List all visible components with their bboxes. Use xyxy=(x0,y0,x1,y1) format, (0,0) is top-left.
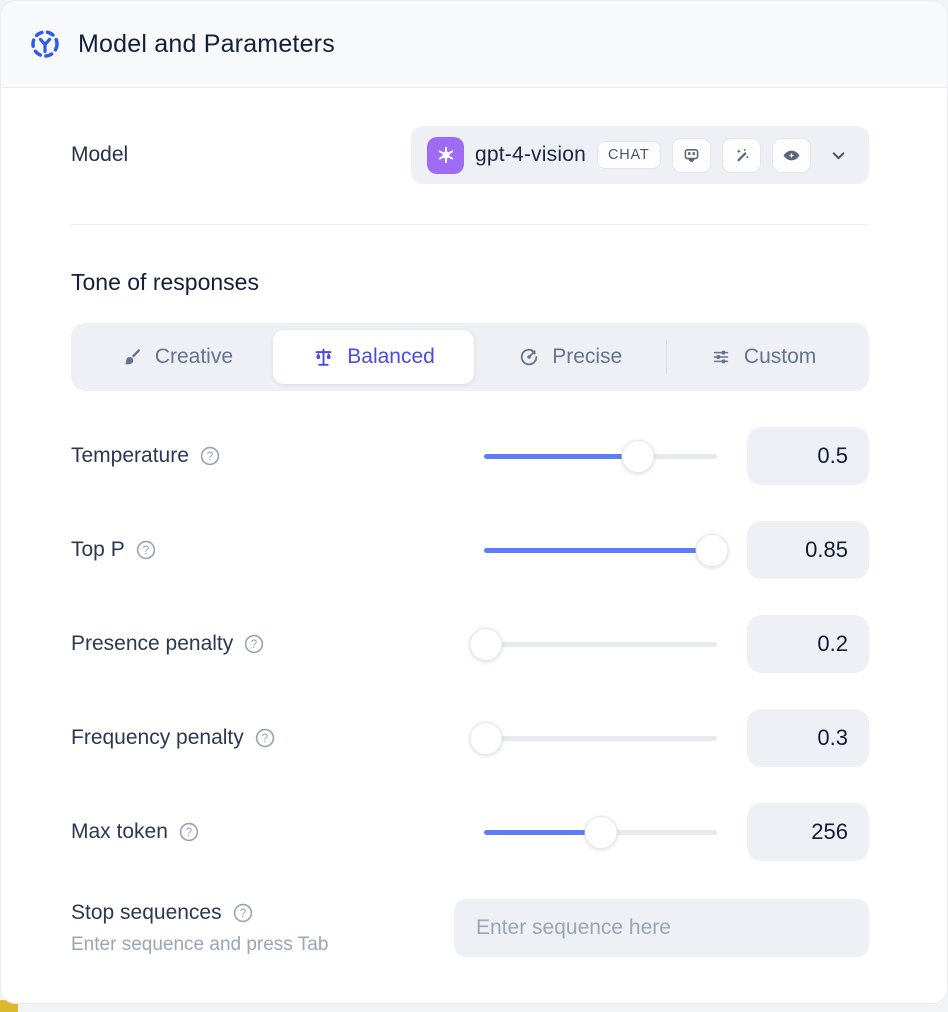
card-body: Model gpt-4-vision CHAT xyxy=(1,126,947,957)
page-title: Model and Parameters xyxy=(78,30,335,59)
svg-text:?: ? xyxy=(239,908,245,920)
presence-penalty-value[interactable]: 0.2 xyxy=(747,615,869,673)
stop-sequences-labels: Stop sequences ? Enter sequence and pres… xyxy=(71,899,454,956)
max-token-slider[interactable] xyxy=(484,815,717,849)
top-p-label: Top P ? xyxy=(71,538,484,562)
tone-option-custom[interactable]: Custom xyxy=(667,330,859,384)
tone-option-label: Custom xyxy=(744,345,816,369)
temperature-label: Temperature ? xyxy=(71,444,484,468)
robot-icon xyxy=(672,138,711,173)
max-token-row: Max token ? 256 xyxy=(71,803,869,861)
temperature-row: Temperature ? 0.5 xyxy=(71,427,869,485)
temperature-value[interactable]: 0.5 xyxy=(747,427,869,485)
model-select[interactable]: gpt-4-vision CHAT xyxy=(411,126,869,184)
svg-text:?: ? xyxy=(251,639,257,651)
sliders-icon xyxy=(710,346,732,368)
magic-wand-icon xyxy=(722,138,761,173)
model-row: Model gpt-4-vision CHAT xyxy=(71,126,869,184)
help-icon[interactable]: ? xyxy=(254,727,276,749)
frequency-penalty-value[interactable]: 0.3 xyxy=(747,709,869,767)
top-p-value[interactable]: 0.85 xyxy=(747,521,869,579)
top-p-row: Top P ? 0.85 xyxy=(71,521,869,579)
tone-option-precise[interactable]: Precise xyxy=(474,330,666,384)
svg-text:?: ? xyxy=(262,733,268,745)
presence-penalty-slider[interactable] xyxy=(484,627,717,661)
tone-option-label: Precise xyxy=(552,345,622,369)
presence-penalty-label: Presence penalty ? xyxy=(71,632,484,656)
tone-option-balanced[interactable]: Balanced xyxy=(273,330,474,384)
slider-thumb[interactable] xyxy=(470,628,503,661)
stop-sequences-hint: Enter sequence and press Tab xyxy=(71,934,454,956)
stop-sequences-row: Stop sequences ? Enter sequence and pres… xyxy=(71,899,869,957)
model-parameters-panel: Model and Parameters Model gpt-4-vision … xyxy=(0,0,948,1012)
stop-sequences-label: Stop sequences ? xyxy=(71,901,454,925)
tone-segmented-control: Creative Balanced Prec xyxy=(71,323,869,391)
paintbrush-icon xyxy=(121,346,143,368)
tone-option-label: Balanced xyxy=(347,345,435,369)
help-icon[interactable]: ? xyxy=(243,633,265,655)
model-name: gpt-4-vision xyxy=(475,143,586,167)
slider-thumb[interactable] xyxy=(470,722,503,755)
stop-sequence-input[interactable] xyxy=(454,899,869,957)
max-token-value[interactable]: 256 xyxy=(747,803,869,861)
chevron-down-icon xyxy=(828,145,849,166)
help-icon[interactable]: ? xyxy=(135,539,157,561)
tone-section-title: Tone of responses xyxy=(71,269,869,296)
top-p-slider[interactable] xyxy=(484,533,717,567)
temperature-slider[interactable] xyxy=(484,439,717,473)
target-icon xyxy=(518,346,540,368)
svg-text:?: ? xyxy=(186,827,192,839)
svg-text:?: ? xyxy=(143,545,149,557)
help-icon[interactable]: ? xyxy=(232,902,254,924)
svg-text:?: ? xyxy=(207,451,213,463)
model-label: Model xyxy=(71,143,128,167)
model-parameters-card: Model and Parameters Model gpt-4-vision … xyxy=(0,0,948,1004)
tone-option-creative[interactable]: Creative xyxy=(81,330,273,384)
help-icon[interactable]: ? xyxy=(178,821,200,843)
section-divider xyxy=(71,224,869,225)
vision-eye-icon xyxy=(772,138,811,173)
help-icon[interactable]: ? xyxy=(199,445,221,467)
frequency-penalty-row: Frequency penalty ? 0.3 xyxy=(71,709,869,767)
slider-thumb[interactable] xyxy=(696,534,729,567)
balance-scale-icon xyxy=(312,346,335,369)
openai-logo xyxy=(427,137,464,174)
model-hub-icon xyxy=(29,28,61,60)
chat-badge: CHAT xyxy=(597,141,661,169)
max-token-label: Max token ? xyxy=(71,820,484,844)
slider-thumb[interactable] xyxy=(584,816,617,849)
frequency-penalty-slider[interactable] xyxy=(484,721,717,755)
slider-thumb[interactable] xyxy=(621,440,654,473)
presence-penalty-row: Presence penalty ? 0.2 xyxy=(71,615,869,673)
card-header: Model and Parameters xyxy=(1,1,947,88)
frequency-penalty-label: Frequency penalty ? xyxy=(71,726,484,750)
tone-option-label: Creative xyxy=(155,345,233,369)
